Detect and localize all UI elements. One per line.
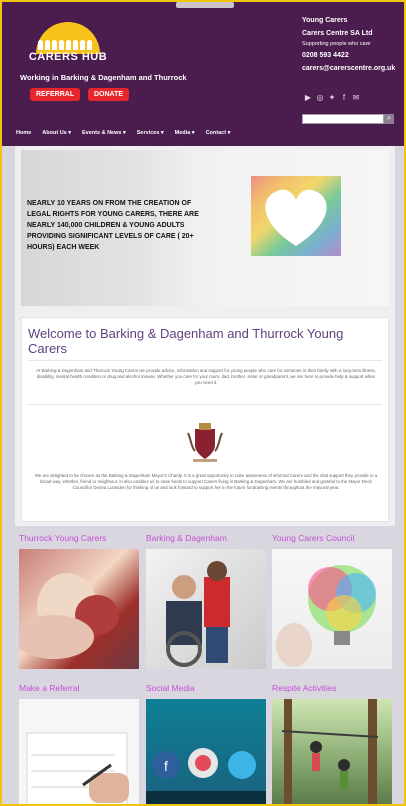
phone-number[interactable]: 0208 593 4422 [302,49,395,62]
welcome-section: Welcome to Barking & Dagenham and Thurro… [21,317,389,522]
nav-media[interactable]: Media ▾ [175,130,195,136]
photo-barking [166,561,230,667]
section-title[interactable]: Make a Referral [19,683,79,693]
photo-council [276,565,376,667]
logo-text: CARERS HUB [28,51,108,63]
main-nav: Home About Us ▾ Events & News ▾ Services… [16,130,230,136]
logo[interactable]: CARERS HUB [28,16,108,66]
nav-events-news[interactable]: Events & News ▾ [82,130,126,136]
nav-home[interactable]: Home [16,130,31,136]
divider [28,360,382,361]
make-referral-image[interactable] [19,699,139,804]
email-link[interactable]: carers@carerscentre.org.uk [302,62,395,75]
thurrock-image[interactable] [19,549,139,669]
section-title[interactable]: Social Media [146,683,195,693]
twitter-icon[interactable]: ✦ [328,94,336,102]
banner-text: NEARLY 10 YEARS ON FROM THE CREATION OF … [27,200,199,251]
contact-block: Young Carers Carers Centre SA Ltd Suppor… [302,14,395,75]
divider [28,404,382,405]
photo-respite [281,699,379,804]
referral-button[interactable]: REFERRAL [30,88,81,101]
page: CARERS HUB Working in Barking & Dagenham… [0,0,406,806]
young-carers-council-image[interactable] [272,549,392,669]
nav-about-us[interactable]: About Us ▾ [42,130,71,136]
people-silhouettes [38,36,98,50]
org-name-2: Carers Centre SA Ltd [302,30,373,37]
photo-referral [19,699,139,804]
nav-services[interactable]: Services ▾ [137,130,164,136]
hero-banner: NEARLY 10 YEARS ON FROM THE CREATION OF … [21,150,389,306]
youtube-icon[interactable]: ▶ [304,94,312,102]
social-icons: ▶ ◎ ✦ f ✉ [304,94,360,102]
tagline: Working in Barking & Dagenham and Thurro… [20,73,187,82]
main-content: NEARLY 10 YEARS ON FROM THE CREATION OF … [15,146,395,526]
social-media-image[interactable]: f [146,699,266,804]
facebook-icon[interactable]: f [340,94,348,102]
search-icon[interactable]: ⌕ [384,114,394,124]
welcome-footer: We are delighted to be chosen as the Bar… [34,473,378,490]
svg-text:f: f [164,758,168,774]
scrollbar-thumb[interactable] [176,2,234,8]
photo-social: f [146,748,266,804]
welcome-intro: At Barking & Dagenham and Thurrock Young… [36,368,376,385]
crest-icon [187,423,223,462]
section-title[interactable]: Thurrock Young Carers [19,533,106,543]
barking-image[interactable] [146,549,266,669]
welcome-title: Welcome to Barking & Dagenham and Thurro… [28,326,344,356]
section-title[interactable]: Barking & Dagenham [146,533,227,543]
donate-button[interactable]: DONATE [88,88,130,101]
header-bar: CARERS HUB Working in Barking & Dagenham… [2,2,404,146]
nav-contact[interactable]: Contact ▾ [206,130,231,136]
org-name: Young Carers [302,17,348,24]
section-title[interactable]: Respite Activities [272,683,336,693]
instagram-icon[interactable]: ◎ [316,94,324,102]
photo-thurrock [19,573,119,659]
section-title[interactable]: Young Carers Council [272,533,354,543]
support-text: Supporting people who care [302,41,371,47]
hands-heart-image [251,176,341,256]
respite-activities-image[interactable] [272,699,392,804]
email-icon[interactable]: ✉ [352,94,360,102]
search-input[interactable] [302,114,384,124]
